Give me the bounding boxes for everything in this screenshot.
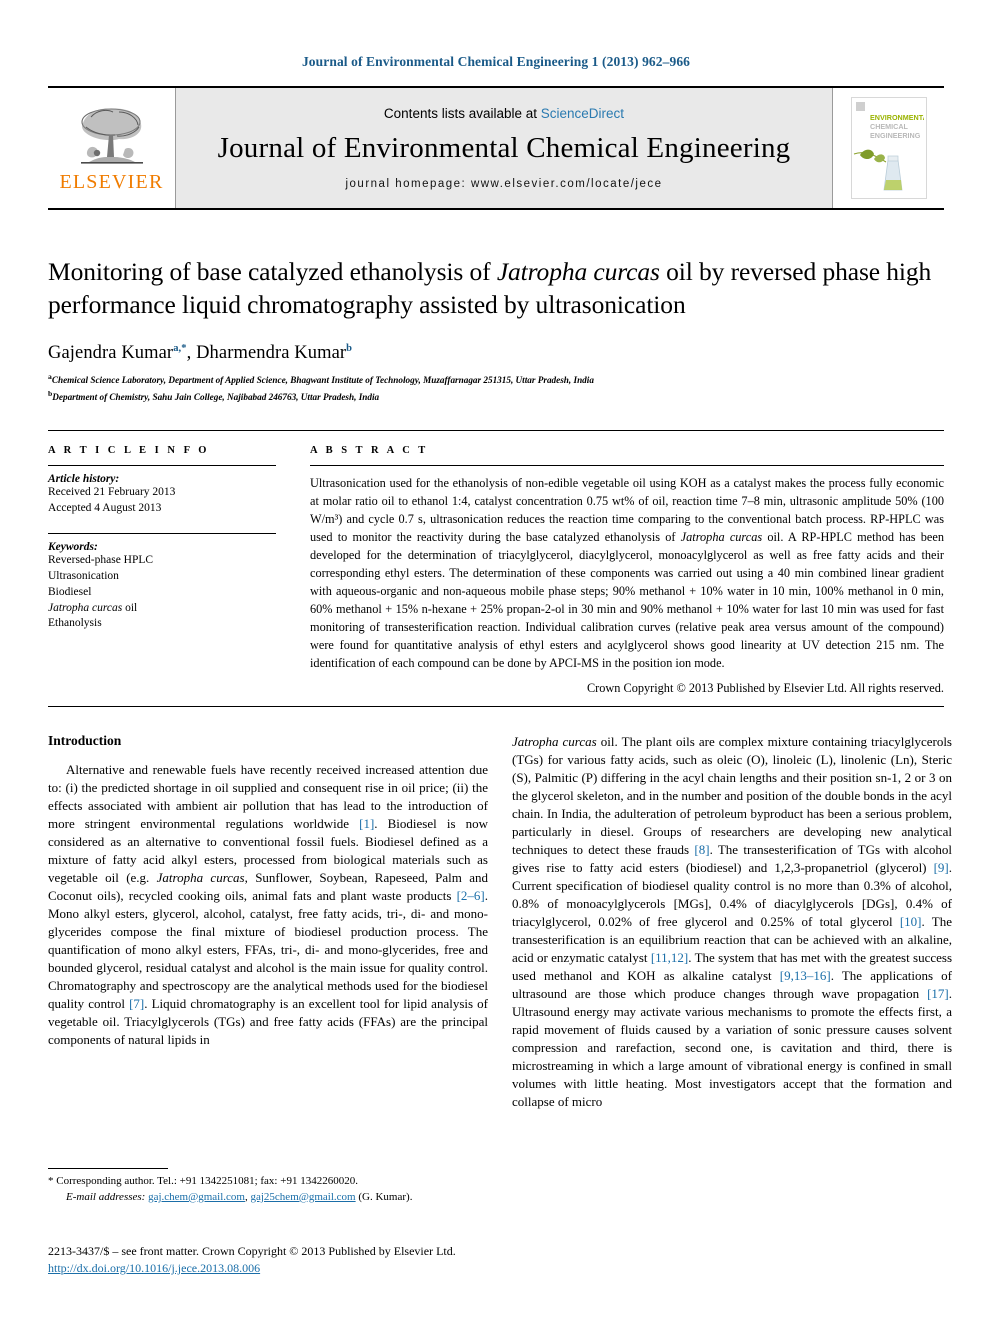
- email-label: E-mail addresses:: [66, 1190, 146, 1203]
- title-species: Jatropha curcas: [496, 257, 660, 286]
- author-marks: b: [346, 343, 353, 355]
- email-note: E-mail addresses: gaj.chem@gmail.com, ga…: [48, 1190, 488, 1206]
- citation-ref[interactable]: [9]: [934, 860, 949, 875]
- intro-left-species: Jatropha curcas: [156, 869, 245, 885]
- svg-text:ENGINEERING: ENGINEERING: [870, 131, 921, 140]
- elsevier-logo: ELSEVIER: [48, 88, 176, 208]
- page-title: Monitoring of base catalyzed ethanolysis…: [48, 256, 944, 321]
- intro-paragraph-left: Alternative and renewable fuels have rec…: [48, 761, 488, 1049]
- doi-link[interactable]: http://dx.doi.org/10.1016/j.jece.2013.08…: [48, 1261, 260, 1275]
- elsevier-wordmark: ELSEVIER: [59, 170, 164, 193]
- divider: [310, 465, 944, 467]
- abstract-text: Ultrasonication used for the ethanolysis…: [310, 475, 944, 672]
- author-name[interactable]: Gajendra Kumar: [48, 343, 173, 363]
- intro-paragraph-right: Jatropha curcas oil. The plant oils are …: [512, 733, 952, 1111]
- footnote-block: * Corresponding author. Tel.: +91 134225…: [48, 1168, 488, 1205]
- body-column-right: Jatropha curcas oil. The plant oils are …: [512, 733, 952, 1111]
- keyword-item: Biodiesel: [48, 585, 92, 598]
- citation-ref[interactable]: [2–6]: [457, 888, 485, 903]
- footnote-divider: [48, 1168, 168, 1169]
- corresponding-author-note: * Corresponding author. Tel.: +91 134225…: [48, 1175, 358, 1187]
- journal-masthead: ELSEVIER Contents lists available at Sci…: [48, 86, 944, 210]
- citation-ref[interactable]: [8]: [694, 842, 709, 857]
- abstract-species: Jatropha curcas: [680, 530, 763, 545]
- body-column-left: Introduction Alternative and renewable f…: [48, 733, 488, 1111]
- affiliation-list: aChemical Science Laboratory, Department…: [48, 371, 944, 404]
- elsevier-tree-icon: [80, 107, 143, 164]
- title-part-1: Monitoring of base catalyzed ethanolysis…: [48, 257, 497, 286]
- citation-ref[interactable]: [17]: [927, 986, 949, 1001]
- paper-page: Journal of Environmental Chemical Engine…: [0, 0, 992, 1323]
- masthead-right: ENVIRONMENTAL CHEMICAL ENGINEERING: [832, 88, 944, 208]
- journal-title: Journal of Environmental Chemical Engine…: [217, 132, 791, 164]
- article-info-heading: A R T I C L E I N F O: [48, 445, 210, 457]
- abstract-heading: A B S T R A C T: [310, 445, 429, 457]
- keyword-item: Ultrasonication: [48, 569, 119, 582]
- section-heading-introduction: Introduction: [48, 732, 122, 748]
- abstract-part-2: oil. A RP-HPLC method has been developed…: [310, 530, 944, 670]
- masthead-center: Contents lists available at ScienceDirec…: [176, 88, 832, 208]
- body-columns: Introduction Alternative and renewable f…: [48, 733, 952, 1111]
- author-name[interactable]: Dharmendra Kumar: [196, 343, 346, 363]
- front-matter-line: 2213-3437/$ – see front matter. Crown Co…: [48, 1244, 456, 1258]
- keyword-item: Jatropha curcas oil: [48, 601, 138, 614]
- abstract-column: A B S T R A C T Ultrasonication used for…: [310, 445, 944, 695]
- article-info-abstract-block: A R T I C L E I N F O Article history: R…: [48, 430, 944, 707]
- intro-right-a: oil. The plant oils are complex mixture …: [512, 733, 952, 857]
- keyword-item: Ethanolysis: [48, 617, 102, 630]
- sciencedirect-link[interactable]: ScienceDirect: [541, 106, 624, 121]
- svg-text:ENVIRONMENTAL: ENVIRONMENTAL: [870, 113, 924, 122]
- author-list: Gajendra Kumara,*, Dharmendra Kumarb: [48, 343, 353, 364]
- email-link-2[interactable]: gaj25chem@gmail.com: [250, 1191, 355, 1203]
- affiliation-item: aChemical Science Laboratory, Department…: [48, 371, 944, 387]
- keyword-item: Reversed-phase HPLC: [48, 553, 154, 566]
- email-link-1[interactable]: gaj.chem@gmail.com: [148, 1191, 245, 1203]
- divider: [48, 465, 276, 467]
- author-marks: a,*: [173, 343, 187, 355]
- divider: [48, 532, 276, 534]
- citation-ref[interactable]: [11,12]: [651, 950, 688, 965]
- journal-homepage[interactable]: journal homepage: www.elsevier.com/locat…: [345, 178, 662, 190]
- citation-ref[interactable]: [9,13–16]: [780, 968, 831, 983]
- affiliation-text: Chemical Science Laboratory, Department …: [51, 375, 594, 386]
- intro-left-d: . Mono alkyl esters, glycerol, alcohol, …: [48, 887, 488, 1011]
- article-history-received: Received 21 February 2013: [48, 486, 176, 499]
- affiliation-item: bDepartment of Chemistry, Sahu Jain Coll…: [48, 388, 944, 404]
- keywords-label: Keywords:: [48, 540, 98, 553]
- intro-right-g: . Ultrasound energy may activate various…: [512, 985, 952, 1109]
- keyword-italic: Jatropha curcas: [48, 601, 123, 614]
- abstract-copyright: Crown Copyright © 2013 Published by Else…: [586, 680, 944, 695]
- citation-ref[interactable]: [1]: [359, 816, 374, 831]
- running-head: Journal of Environmental Chemical Engine…: [301, 54, 691, 69]
- article-history-label: Article history:: [48, 473, 120, 486]
- front-matter-block: 2213-3437/$ – see front matter. Crown Co…: [48, 1243, 688, 1277]
- article-history-accepted: Accepted 4 August 2013: [48, 502, 162, 515]
- intro-right-species: Jatropha curcas: [512, 733, 597, 749]
- email-suffix: (G. Kumar).: [355, 1190, 413, 1203]
- svg-text:CHEMICAL: CHEMICAL: [870, 122, 909, 131]
- contents-prefix: Contents lists available at: [383, 106, 538, 121]
- journal-cover-thumbnail: ENVIRONMENTAL CHEMICAL ENGINEERING: [850, 97, 927, 199]
- contents-line: Contents lists available at ScienceDirec…: [384, 106, 624, 121]
- affiliation-text: Department of Chemistry, Sahu Jain Colle…: [52, 391, 380, 402]
- article-info-column: A R T I C L E I N F O Article history: R…: [48, 445, 276, 695]
- cover-artwork-icon: ENVIRONMENTAL CHEMICAL ENGINEERING: [851, 98, 926, 196]
- citation-ref[interactable]: [7]: [129, 996, 144, 1011]
- citation-ref[interactable]: [10]: [900, 914, 922, 929]
